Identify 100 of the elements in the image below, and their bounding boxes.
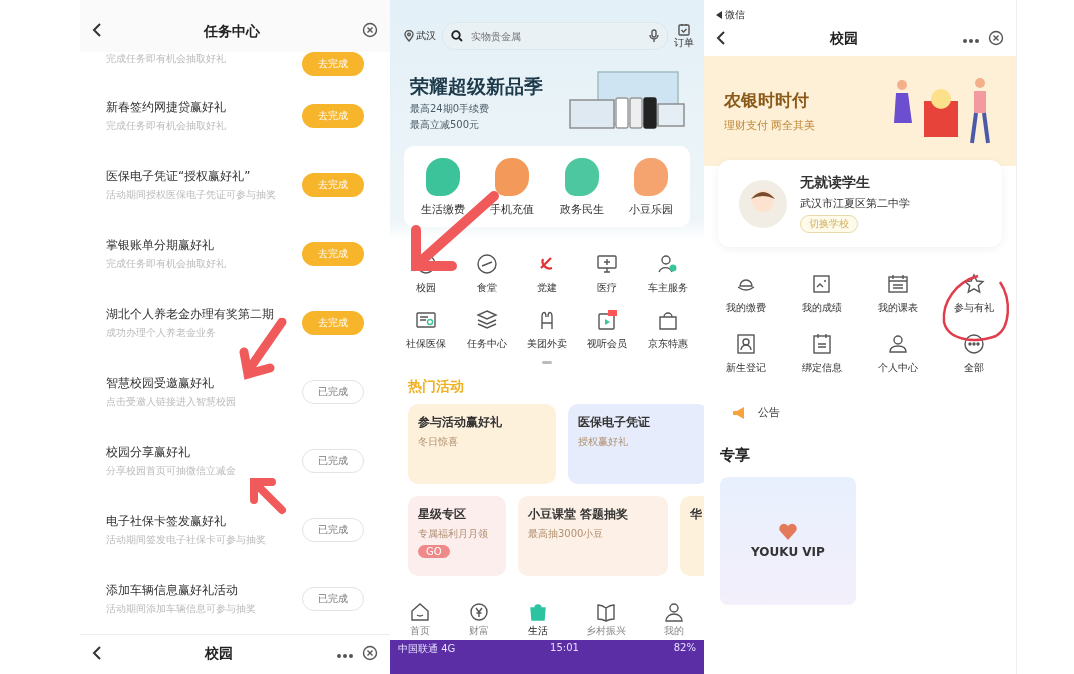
service-icon: [887, 333, 909, 355]
promo-title: 小豆课堂 答题抽奖: [528, 506, 630, 523]
promo-card[interactable]: 参与活动赢好礼 冬日惊喜: [408, 404, 556, 484]
nav-tab[interactable]: 生活: [526, 601, 549, 638]
service-icon: [811, 273, 833, 295]
heart-icon: [778, 523, 798, 541]
back-icon: [716, 29, 726, 46]
service-button[interactable]: 绑定信息: [784, 333, 860, 375]
promo-subtitle: 授权赢好礼: [578, 435, 629, 449]
orders-button[interactable]: 订单: [674, 22, 694, 50]
promo-subtitle: 最高抽3000小豆: [528, 527, 605, 541]
page-title: 校园: [829, 30, 859, 48]
task-action-button[interactable]: 已完成: [302, 518, 364, 542]
nav-icon: [408, 601, 431, 623]
banner-title: 农银时时付: [724, 89, 810, 112]
service-button[interactable]: 社保医保: [396, 309, 457, 351]
task-title: 智慧校园受邀赢好礼: [106, 375, 215, 392]
annotation-arrow: [248, 476, 288, 516]
membership-card[interactable]: YOUKU VIP: [720, 477, 856, 605]
promo-card[interactable]: 星级专区 专属福利月月领 GO: [408, 496, 506, 576]
service-icon: [475, 253, 498, 275]
promo-banner[interactable]: 荣耀超级新品季 最高24期0手续费 最高立减500元: [390, 58, 704, 142]
service-icon: [811, 333, 833, 355]
banner-title: 荣耀超级新品季: [410, 74, 544, 99]
banner-text: 最高立减500元: [410, 118, 481, 132]
service-icon: [656, 253, 679, 275]
service-icon: [887, 273, 909, 295]
promo-title: 参与活动赢好礼: [418, 414, 503, 431]
nav-icon: [467, 601, 490, 623]
service-button[interactable]: 小豆乐园: [629, 158, 674, 217]
service-icon: [415, 309, 438, 331]
page-title: 任务中心: [202, 22, 261, 41]
banner-text: 最高24期0手续费: [410, 102, 491, 116]
location-label[interactable]: 武汉: [404, 29, 436, 43]
service-icon: [596, 253, 619, 275]
close-icon: [988, 29, 1004, 46]
task-action-button[interactable]: 已完成: [302, 449, 364, 473]
promo-card[interactable]: 小豆课堂 答题抽奖 最高抽3000小豆: [518, 496, 668, 576]
clock-time: 15:01: [550, 642, 579, 655]
student-name: 无就读学生: [800, 174, 870, 192]
service-button[interactable]: 医疗: [577, 253, 638, 295]
section-title: 专享: [719, 445, 751, 466]
promo-subtitle: 专属福利月月领: [418, 527, 489, 541]
nav-icon: [595, 601, 618, 623]
promo-title: 医保电子凭证: [578, 414, 651, 431]
banner-text: 理财支付 两全其美: [724, 118, 817, 133]
service-button[interactable]: 个人中心: [860, 333, 936, 375]
service-button[interactable]: 手机充值: [490, 158, 535, 217]
task-action-button[interactable]: 已完成: [302, 587, 364, 611]
nav-icon: [663, 601, 686, 623]
promo-title: 华: [690, 506, 703, 523]
service-button[interactable]: 美团外卖: [516, 309, 578, 351]
service-button[interactable]: 我的成绩: [784, 273, 860, 315]
task-title: 新春签约网捷贷赢好礼: [106, 99, 227, 116]
microphone-icon: [649, 29, 659, 43]
search-field[interactable]: 实物贵金属: [442, 22, 668, 50]
service-button[interactable]: 参与有礼: [936, 273, 1012, 315]
task-title: 添加车辆信息赢好礼活动: [106, 582, 239, 599]
nav-tab[interactable]: 财富: [467, 601, 490, 638]
page-indicator: [542, 361, 552, 364]
task-title: 医保电子凭证“授权赢好礼”: [106, 168, 252, 185]
close-icon: [362, 644, 378, 661]
service-button[interactable]: 全部: [936, 333, 1012, 375]
service-button[interactable]: 任务中心: [456, 309, 517, 351]
service-button[interactable]: 食堂: [456, 253, 517, 295]
promo-banner[interactable]: 农银时时付 理财支付 两全其美: [704, 56, 1016, 166]
service-button[interactable]: 我的课表: [860, 273, 936, 315]
location-pin-icon: [404, 30, 414, 42]
service-button[interactable]: 我的缴费: [708, 273, 784, 315]
notice-label[interactable]: 公告: [758, 405, 780, 420]
service-button[interactable]: 京东特惠: [637, 309, 698, 351]
service-icon: [735, 333, 757, 355]
nav-tab[interactable]: 首页: [408, 601, 431, 638]
service-button[interactable]: 政务民生: [559, 158, 604, 217]
close-icon: [362, 22, 378, 39]
annotation-arrow: [238, 318, 288, 380]
back-icon: [92, 22, 102, 39]
task-title: 湖北个人养老金办理有奖第二期: [106, 306, 275, 323]
service-button[interactable]: 视听会员: [577, 309, 638, 351]
task-action-button[interactable]: 已完成: [302, 380, 364, 404]
back-icon: [92, 644, 102, 661]
battery-label: 82%: [673, 642, 696, 655]
wechat-back-link[interactable]: 微信: [716, 8, 745, 22]
promo-card[interactable]: 医保电子凭证 授权赢好礼: [568, 404, 704, 484]
service-button[interactable]: 车主服务: [637, 253, 698, 295]
promo-subtitle: 冬日惊喜: [418, 435, 459, 449]
task-title: 掌银账单分期赢好礼: [106, 237, 215, 254]
page-title: 校园: [204, 645, 234, 664]
nav-tab[interactable]: 乡村振兴: [586, 601, 627, 638]
service-button[interactable]: 新生登记: [708, 333, 784, 375]
section-title: 热门活动: [407, 377, 465, 396]
promo-card[interactable]: 华: [680, 496, 704, 576]
service-button[interactable]: 生活缴费: [420, 158, 465, 217]
service-icon: [596, 309, 619, 331]
carrier-label: 中国联通 4G: [398, 642, 456, 656]
service-button[interactable]: 党建: [516, 253, 578, 295]
promo-title: 星级专区: [418, 506, 467, 523]
search-input[interactable]: 实物贵金属: [469, 29, 643, 43]
service-icon: [656, 309, 679, 331]
nav-tab[interactable]: 我的: [663, 601, 686, 638]
